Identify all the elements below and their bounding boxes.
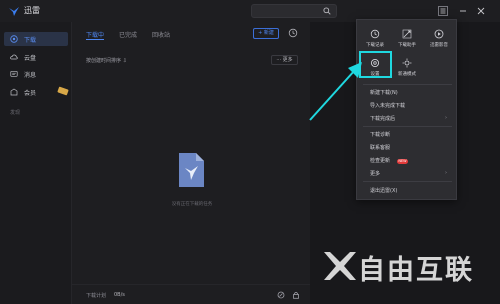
chevron-right-icon: › <box>445 115 447 121</box>
player-icon <box>434 29 444 39</box>
assistant-icon <box>402 29 412 39</box>
sidebar-item-label: 会员 <box>24 90 37 97</box>
menu-item-check-update[interactable]: 检查更新 <box>370 157 390 164</box>
menu-item-new-download[interactable]: 新建下载(N) <box>370 89 398 96</box>
tab-recycle-bin[interactable]: 回收站 <box>152 30 170 39</box>
menu-item-support[interactable]: 联系客服 <box>370 144 390 151</box>
tab-downloading[interactable]: 下载中 <box>86 30 104 39</box>
sidebar-item-label: 消息 <box>24 72 37 79</box>
menu-download-assistant[interactable]: 下载助手 <box>392 27 422 51</box>
cloud-icon <box>10 54 18 60</box>
xunlei-logo-icon <box>9 7 19 16</box>
sidebar-section-label: 发现 <box>10 110 21 116</box>
sidebar: 下载 云盘 消息 会员 发现 <box>0 22 72 304</box>
status-bar: 下载计划 0B/s <box>72 284 310 304</box>
download-plan-label[interactable]: 下载计划 <box>86 292 106 299</box>
sidebar-item-download[interactable]: 下载 <box>4 32 68 46</box>
history-icon[interactable] <box>288 28 298 38</box>
menu-item-import[interactable]: 导入未完成下载 <box>370 102 405 109</box>
mode-icon <box>402 58 412 68</box>
download-panel: 下载中 已完成 回收站 + 新建 按创建时间排序 ⇩ ··· 更多 没有正在下载… <box>72 22 310 304</box>
link-icon[interactable] <box>277 291 285 299</box>
main-menu-dropdown: 下载记录 下载助手 迅雷影音 设置 新通模式 新建下载(N) 导入未完成下载 下… <box>356 19 457 200</box>
more-button[interactable]: ··· 更多 <box>271 55 298 65</box>
tab-completed[interactable]: 已完成 <box>119 30 137 39</box>
menu-item-more[interactable]: 更多 <box>370 170 380 177</box>
sidebar-item-label: 云盘 <box>24 55 37 62</box>
watermark-text: 自由互联 <box>358 255 474 286</box>
sidebar-item-label: 下载 <box>24 37 37 44</box>
chevron-right-icon: › <box>445 170 447 176</box>
sort-dropdown[interactable]: 按创建时间排序 ⇩ <box>86 57 127 64</box>
vip-icon <box>10 88 18 96</box>
download-icon <box>10 35 18 43</box>
annotation-arrow-icon <box>309 62 362 121</box>
new-download-button[interactable]: + 新建 <box>253 28 279 39</box>
search-icon[interactable] <box>323 7 331 15</box>
sidebar-item-cloud[interactable]: 云盘 <box>4 50 68 64</box>
menu-xunlei-player[interactable]: 迅雷影音 <box>424 27 454 51</box>
download-speed: 0B/s <box>114 292 125 298</box>
menu-item-exit[interactable]: 退出迅雷(X) <box>370 187 397 194</box>
app-title: 迅雷 <box>24 6 40 15</box>
close-icon[interactable] <box>476 6 486 16</box>
sidebar-item-message[interactable]: 消息 <box>4 67 68 81</box>
sidebar-item-vip[interactable]: 会员 <box>4 85 69 99</box>
new-badge: NEW <box>397 159 408 164</box>
vip-tag-icon <box>57 86 69 96</box>
history-icon <box>370 29 380 39</box>
menu-mode[interactable]: 新通模式 <box>392 56 422 80</box>
menu-divider <box>363 126 452 127</box>
menu-item-diagnose[interactable]: 下载诊断 <box>370 131 390 138</box>
menu-icon-label: 迅雷影音 <box>430 43 448 48</box>
empty-file-icon <box>179 153 204 187</box>
active-tab-indicator <box>86 39 104 40</box>
menu-icon[interactable] <box>438 6 448 16</box>
minimize-icon[interactable] <box>458 6 468 16</box>
menu-divider <box>363 84 452 85</box>
menu-item-after-download[interactable]: 下载完成后 <box>370 115 395 122</box>
app-window: 迅雷 下载 云盘 消息 会员 发现 下载中 已完成 回收站 + 新建 按创建时间… <box>0 0 500 304</box>
menu-icon-label: 新通模式 <box>398 72 416 77</box>
search-input[interactable] <box>251 4 337 18</box>
message-icon <box>10 70 18 77</box>
empty-state-text: 没有正在下载的任务 <box>171 202 213 207</box>
menu-divider <box>363 181 452 182</box>
lock-icon[interactable] <box>292 291 300 299</box>
